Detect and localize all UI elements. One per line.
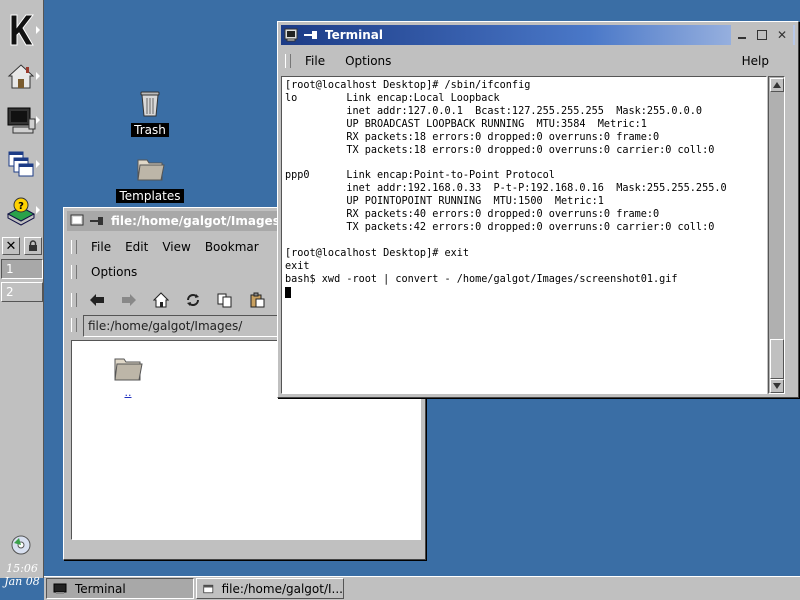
window-menu-icon[interactable] xyxy=(69,213,85,229)
lock-screen-button[interactable] xyxy=(24,237,42,255)
desktop-trash[interactable]: Trash xyxy=(115,86,185,137)
kde-logo-icon xyxy=(10,14,35,46)
desktop-templates[interactable]: Templates xyxy=(115,152,185,203)
trash-label: Trash xyxy=(131,123,169,137)
reload-icon xyxy=(187,294,199,306)
scroll-up-button[interactable] xyxy=(770,78,784,92)
terminal-menubar: File Options Help xyxy=(281,48,791,74)
home-nav-button[interactable] xyxy=(151,290,171,310)
trash-icon xyxy=(140,91,160,117)
clock-date: Jan 08 xyxy=(4,575,40,588)
konqueror-menubar: File Edit View Bookmar xyxy=(67,234,273,260)
pin-icon[interactable] xyxy=(303,29,319,41)
logout-button[interactable]: ✕ xyxy=(2,237,20,255)
konq-menu-file[interactable]: File xyxy=(91,240,111,254)
copy-icon xyxy=(217,293,232,308)
taskbar-item-terminal-label: Terminal xyxy=(75,581,126,596)
terminal-titlebar[interactable]: Terminal ✕ xyxy=(281,25,795,45)
arrow-down-icon xyxy=(773,383,781,389)
windows-stack-icon xyxy=(8,151,34,177)
monitor-icon xyxy=(53,583,67,594)
terminal-window: Terminal ✕ File Options Help [root@local… xyxy=(277,21,799,398)
templates-label: Templates xyxy=(116,189,184,203)
cd-player-button[interactable] xyxy=(2,530,40,560)
pin-icon[interactable] xyxy=(89,215,105,227)
desktop-2-button[interactable]: 2 xyxy=(1,282,43,302)
konqueror-menubar-row2: Options xyxy=(67,260,151,284)
arrow-up-icon xyxy=(773,82,781,88)
forward-button[interactable] xyxy=(119,290,139,310)
help-book-icon: ? xyxy=(6,197,36,226)
terminal-output: [root@localhost Desktop]# /sbin/ifconfig… xyxy=(285,80,727,285)
close-button[interactable]: ✕ xyxy=(773,27,791,43)
reload-button[interactable] xyxy=(183,290,203,310)
scroll-thumb[interactable] xyxy=(770,339,784,379)
terminal-launcher-button[interactable] xyxy=(2,100,40,140)
svg-text:?: ? xyxy=(18,201,24,212)
kde-panel: ? ✕ 1 2 15:06 Jan 08 xyxy=(0,0,44,588)
monitor-icon xyxy=(7,107,36,134)
scroll-down-button[interactable] xyxy=(770,379,784,393)
taskbar-item-terminal[interactable]: Terminal xyxy=(46,578,194,599)
parent-folder-label: .. xyxy=(124,386,132,399)
windows-launcher-button[interactable] xyxy=(2,144,40,184)
konq-menu-view[interactable]: View xyxy=(162,240,190,254)
desktop-1-button[interactable]: 1 xyxy=(1,259,43,279)
close-x-icon: ✕ xyxy=(5,238,17,254)
parent-folder-item[interactable]: .. xyxy=(108,351,148,398)
home-icon xyxy=(7,64,35,89)
help-launcher-button[interactable]: ? xyxy=(2,190,40,230)
home-button[interactable] xyxy=(2,56,40,96)
term-menu-options[interactable]: Options xyxy=(345,54,391,68)
taskbar: Terminal file:/home/galgot/I... xyxy=(44,576,800,600)
folder-icon xyxy=(114,358,143,381)
copy-button[interactable] xyxy=(215,290,235,310)
minimize-button[interactable] xyxy=(733,27,751,43)
clock-time: 15:06 xyxy=(6,562,38,575)
folder-icon xyxy=(137,159,165,181)
paste-icon xyxy=(250,292,265,308)
taskbar-item-konqueror[interactable]: file:/home/galgot/I... xyxy=(196,578,344,599)
clock[interactable]: 15:06 Jan 08 xyxy=(0,562,44,588)
k-menu-button[interactable] xyxy=(2,10,40,50)
taskbar-item-konqueror-label: file:/home/galgot/I... xyxy=(221,581,343,596)
minimize-icon xyxy=(738,37,746,39)
konqueror-title: file:/home/galgot/Images/ xyxy=(111,214,285,228)
arrow-left-icon xyxy=(90,294,104,306)
terminal-scrollbar[interactable] xyxy=(768,76,785,394)
terminal-screen[interactable]: [root@localhost Desktop]# /sbin/ifconfig… xyxy=(281,76,767,394)
maximize-icon xyxy=(757,30,767,40)
konq-menu-bookmarks[interactable]: Bookmar xyxy=(205,240,259,254)
cd-disc-icon xyxy=(11,535,31,555)
paste-button[interactable] xyxy=(247,290,267,310)
close-icon: ✕ xyxy=(776,28,788,42)
back-button[interactable] xyxy=(87,290,107,310)
term-menu-file[interactable]: File xyxy=(305,54,325,68)
maximize-button[interactable] xyxy=(753,27,771,43)
home-icon xyxy=(153,292,169,308)
konq-menu-edit[interactable]: Edit xyxy=(125,240,148,254)
window-menu-icon[interactable] xyxy=(283,27,299,43)
term-menu-help[interactable]: Help xyxy=(742,54,769,68)
terminal-title: Terminal xyxy=(325,28,384,42)
konq-menu-options[interactable]: Options xyxy=(91,265,137,279)
arrow-right-icon xyxy=(122,294,136,306)
lock-icon xyxy=(29,240,37,251)
window-icon xyxy=(203,584,214,593)
terminal-cursor xyxy=(285,286,291,298)
